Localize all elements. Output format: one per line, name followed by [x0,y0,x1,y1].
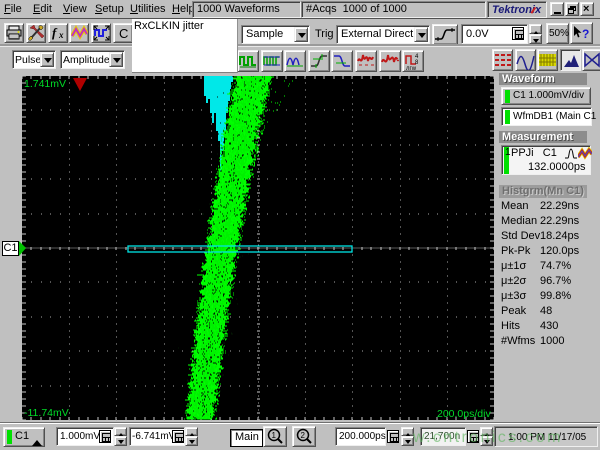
svg-text:200.0ps/div: 200.0ps/div [437,408,491,420]
svg-text:?: ? [582,27,589,41]
svg-text:f: f [52,25,58,40]
svg-text:1: 1 [272,431,277,440]
svg-text:2: 2 [301,431,306,440]
svg-text:-11.74mV: -11.74mV [24,407,69,419]
svg-text:лгw: лгw [406,66,417,71]
svg-text:x: x [58,30,64,40]
svg-text:1.741mV: 1.741mV [24,78,66,90]
